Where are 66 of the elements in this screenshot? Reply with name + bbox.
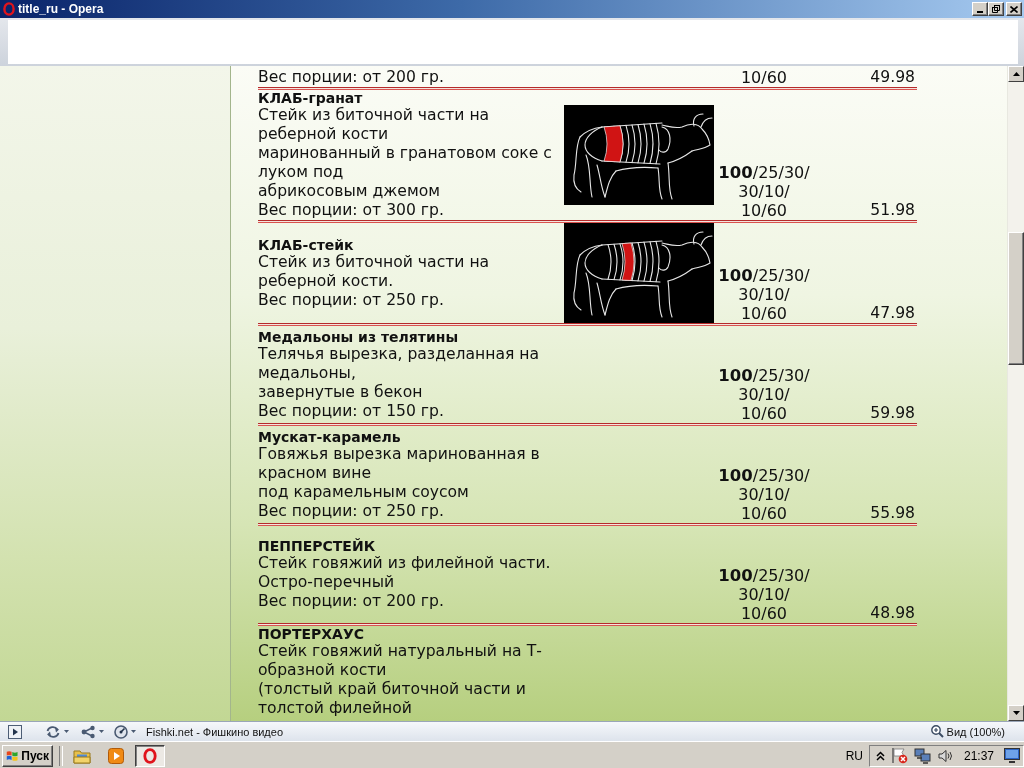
language-indicator[interactable]: RU: [845, 748, 863, 763]
dish-description: Стейк говяжий из филейной части. Остро-перечный: [258, 554, 552, 592]
start-button[interactable]: Пуск: [2, 744, 53, 767]
folder-icon: [73, 747, 91, 764]
component-weights: 100/25/30/ 30/10/ 10/60: [717, 366, 811, 423]
component-weights: 10/60: [739, 68, 789, 87]
status-text: Fishki.net - Фишкино видео: [146, 725, 284, 738]
dish-price: 55.98: [869, 504, 916, 523]
taskbar-button[interactable]: [135, 744, 165, 767]
app-logo-icon: [143, 747, 157, 764]
monitor-icon[interactable]: [1004, 748, 1020, 763]
window-title: title_ru - Opera: [18, 2, 104, 16]
portion-weight: Вес порции: от 200 гр.: [258, 68, 445, 87]
wavy-flag-icon: [6, 748, 19, 763]
dish-price: 48.98: [869, 604, 916, 623]
speaker-icon[interactable]: [937, 748, 954, 763]
component-weights: 100/25/30/ 30/10/ 10/60: [717, 266, 811, 323]
dish-title: Мускат-карамель: [258, 428, 402, 445]
minimize-button[interactable]: [972, 2, 988, 16]
zoom-level[interactable]: Вид (100%): [946, 725, 1005, 738]
up-triangle-icon: [1012, 72, 1020, 76]
dish-description: Стейк из биточной части на реберной кости маринованный в гранатовом соке с луком под абрикосовым джемом: [258, 106, 553, 201]
app-logo-icon: [3, 2, 15, 16]
zoom-icon[interactable]: [930, 725, 944, 738]
component-weights: 100/25/30/ 30/10/ 10/60: [717, 163, 811, 220]
scrollbar-thumb[interactable]: [1008, 232, 1024, 365]
caret-icon[interactable]: [64, 730, 69, 733]
close-icon: [1010, 5, 1018, 13]
dish-price: 47.98: [869, 304, 916, 323]
portion-weight: Вес порции: от 150 гр.: [258, 401, 445, 421]
chevron-icon[interactable]: [875, 750, 885, 761]
network-icon[interactable]: [913, 747, 932, 764]
dish-description: Стейк из биточной части на реберной кости.: [258, 252, 491, 291]
scroll-up-button[interactable]: [1008, 66, 1024, 82]
dish-description: Говяжья вырезка маринованная в красном вине под карамельным соусом: [258, 444, 541, 502]
close-button[interactable]: [1006, 2, 1022, 16]
dish-description: Стейк говяжий натуральный на Т- образной кости (толстый край биточной части и толстой филейной: [258, 642, 543, 718]
dish-title: Медальоны из телятины: [258, 328, 460, 345]
sync-icon[interactable]: [45, 724, 61, 739]
scroll-down-button[interactable]: [1008, 705, 1024, 721]
down-triangle-icon: [1012, 711, 1020, 715]
restore-icon: [992, 5, 1000, 13]
alert-flag-icon[interactable]: [890, 747, 908, 764]
dish-price: 49.98: [869, 68, 916, 87]
dish-price: 59.98: [869, 404, 916, 423]
nodes-icon[interactable]: [81, 724, 96, 739]
dish-price: 51.98: [869, 201, 916, 220]
portion-weight: Вес порции: от 250 гр.: [258, 290, 445, 310]
play-icon: [108, 747, 124, 764]
dish-title: ПОРТЕРХАУС: [258, 626, 365, 642]
component-weights: 100/25/30/ 30/10/ 10/60: [717, 566, 811, 623]
restore-button[interactable]: [988, 2, 1004, 16]
portion-weight: Вес порции: от 250 гр.: [258, 501, 445, 521]
clock[interactable]: 21:37: [963, 748, 994, 763]
portion-weight: Вес порции: от 200 гр.: [258, 592, 445, 611]
dish-title: КЛАБ-гранат: [258, 90, 364, 106]
minimize-icon: [977, 10, 983, 13]
dish-title: ПЕППЕРСТЕЙК: [258, 538, 377, 554]
dish-description: Телячья вырезка, разделанная на медальоны, завернутые в бекон: [258, 344, 541, 402]
component-weights: 100/25/30/ 30/10/ 10/60: [717, 466, 811, 523]
portion-weight: Вес порции: от 300 гр.: [258, 201, 445, 220]
caret-icon[interactable]: [131, 730, 136, 733]
dish-title: КЛАБ-стейк: [258, 236, 355, 253]
gauge-icon[interactable]: [114, 724, 128, 739]
caret-icon[interactable]: [99, 730, 104, 733]
panel-toggle-icon[interactable]: [8, 724, 22, 739]
